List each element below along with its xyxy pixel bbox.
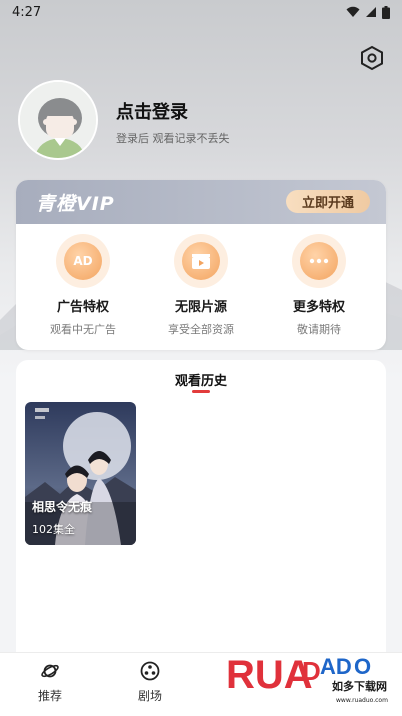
perk-title: 无限片源 <box>174 300 227 315</box>
perk-more[interactable]: 更多特权 敬请期待 <box>260 234 378 337</box>
vip-banner[interactable]: 青橙VIP 立即开通 <box>16 180 386 224</box>
vip-open-button[interactable]: 立即开通 <box>286 190 370 213</box>
planet-icon <box>41 664 59 678</box>
status-time: 4:27 <box>12 4 42 20</box>
perk-icon-bg <box>292 234 346 288</box>
ad-icon-text: AD <box>73 254 93 268</box>
vip-card: 青橙VIP 立即开通 AD 广告特权 观看中无广告 无限片源 享受全部资源 更多… <box>16 180 386 350</box>
clapperboard-icon <box>192 254 210 269</box>
history-title[interactable]: 观看历史 <box>16 370 386 389</box>
login-title[interactable]: 点击登录 <box>116 98 188 124</box>
settings-hexagon-icon <box>361 45 383 71</box>
battery-icon <box>382 5 390 19</box>
poster-episodes: 102集全 <box>32 523 75 536</box>
perk-desc: 享受全部资源 <box>168 323 234 336</box>
svg-text:www.ruaduo.com: www.ruaduo.com <box>336 697 388 704</box>
perk-title: 更多特权 <box>292 300 345 315</box>
film-reel-icon <box>140 661 160 681</box>
svg-text:RUA: RUA <box>226 653 313 697</box>
avatar[interactable] <box>18 80 98 160</box>
svg-text:O: O <box>354 654 371 679</box>
tab-label: 推荐 <box>37 689 62 703</box>
perk-unlimited-sources[interactable]: 无限片源 享受全部资源 <box>142 234 260 337</box>
perk-icon-bg <box>174 234 228 288</box>
tab-recommend[interactable]: 推荐 <box>20 661 80 704</box>
svg-text:AD: AD <box>320 654 352 679</box>
film-icon <box>182 242 220 280</box>
history-card: 观看历史 相思令无痕 102集全 <box>16 360 386 660</box>
tab-theater[interactable]: 剧场 <box>120 661 180 704</box>
tab-label: 剧场 <box>137 689 162 703</box>
svg-text:如多下载网: 如多下载网 <box>332 679 387 693</box>
more-icon <box>300 242 338 280</box>
history-poster[interactable]: 相思令无痕 102集全 <box>25 402 136 545</box>
history-tab-indicator <box>192 390 210 393</box>
perk-no-ads[interactable]: AD 广告特权 观看中无广告 <box>24 234 142 337</box>
perk-title: 广告特权 <box>56 300 109 315</box>
signal-icon <box>366 7 376 17</box>
vip-perks: AD 广告特权 观看中无广告 无限片源 享受全部资源 更多特权 敬请期待 <box>16 224 386 337</box>
settings-button[interactable] <box>358 44 386 72</box>
svg-text:D: D <box>302 656 321 686</box>
status-bar: 4:27 <box>0 0 402 24</box>
perk-icon-bg: AD <box>56 234 110 288</box>
wifi-icon <box>346 6 360 17</box>
ellipsis-icon <box>309 258 329 264</box>
vip-brand-logo: 青橙VIP <box>36 192 115 215</box>
perk-desc: 观看中无广告 <box>50 323 116 336</box>
watermark-logo: RUA D AD O 如多下载网 www.ruaduo.com <box>226 653 388 704</box>
poster-title: 相思令无痕 <box>32 500 93 514</box>
perk-desc: 敬请期待 <box>297 323 341 336</box>
ad-icon: AD <box>64 242 102 280</box>
login-subtitle: 登录后 观看记录不丢失 <box>116 132 230 145</box>
